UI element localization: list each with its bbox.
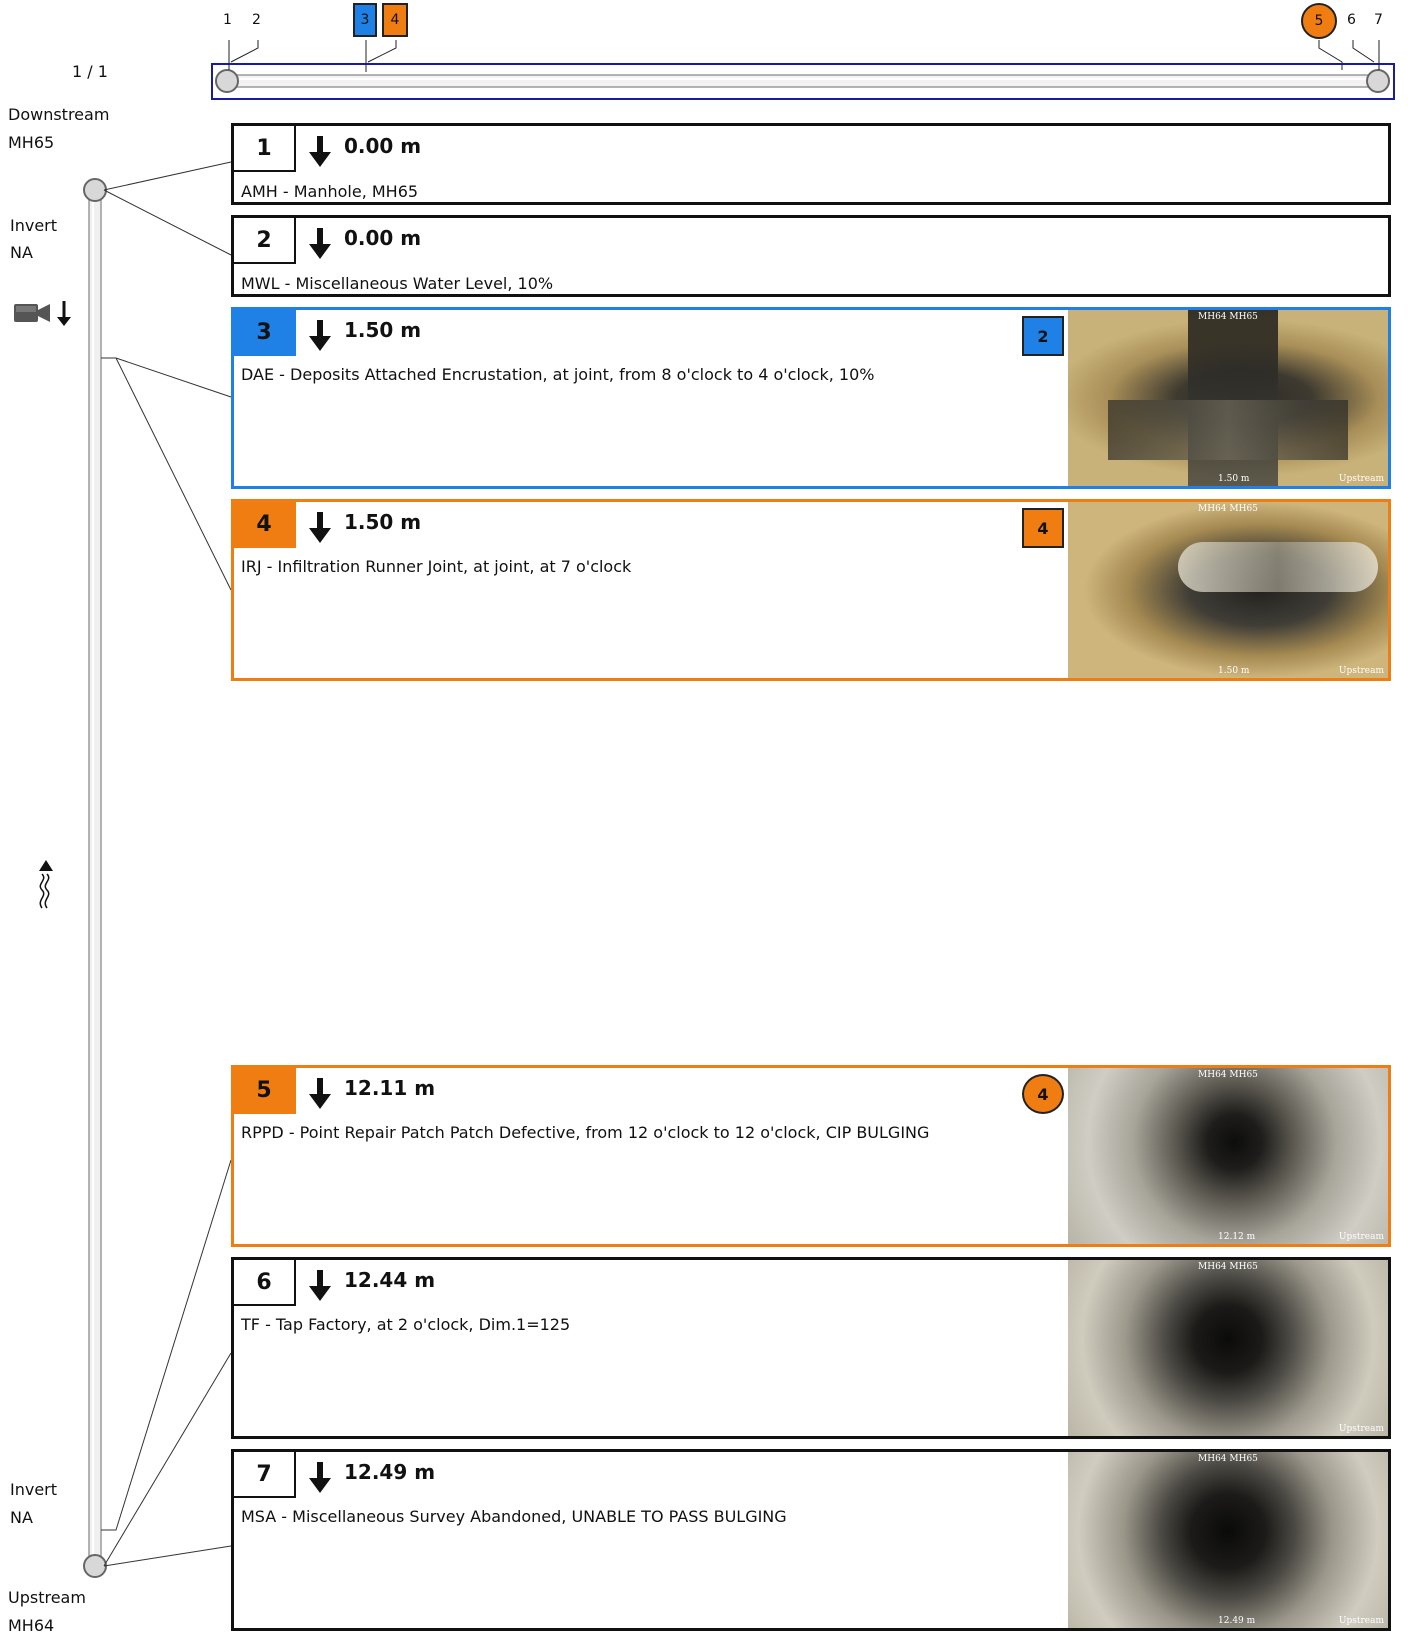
photo-header-text: MH64 MH65 [1198,1454,1258,1464]
photo-distance-text: 1.50 m [1218,666,1250,676]
observation-card-5[interactable]: 5 12.11 m RPPD - Point Repair Patch Patc… [231,1065,1391,1247]
observation-number: 7 [234,1452,296,1498]
down-arrow-icon [309,228,331,259]
defect-photo[interactable]: MH64 MH65 1.50 m Upstream [1068,310,1388,486]
defect-photo[interactable]: MH64 MH65 Upstream [1068,1260,1388,1436]
down-arrow-icon [309,320,331,351]
photo-distance-text: 12.49 m [1218,1616,1256,1626]
photo-direction-text: Upstream [1338,1424,1384,1434]
observation-card-6[interactable]: 6 12.44 m TF - Tap Factory, at 2 o'clock… [231,1257,1391,1439]
observation-number: 1 [234,126,296,172]
observation-card-7[interactable]: 7 12.49 m MSA - Miscellaneous Survey Aba… [231,1449,1391,1631]
observation-distance: 12.49 m [344,1460,436,1484]
photo-header-text: MH64 MH65 [1198,504,1258,514]
photo-header-text: MH64 MH65 [1198,1262,1258,1272]
observation-description: DAE - Deposits Attached Encrustation, at… [241,365,875,384]
defect-photo[interactable]: MH64 MH65 1.50 m Upstream [1068,502,1388,678]
down-arrow-icon [309,1270,331,1301]
defect-photo[interactable]: MH64 MH65 12.12 m Upstream [1068,1068,1388,1244]
down-arrow-icon [309,136,331,167]
observation-distance: 0.00 m [344,134,422,158]
overview-tick-3[interactable]: 3 [353,3,377,37]
observation-card-2[interactable]: 2 0.00 m MWL - Miscellaneous Water Level… [231,215,1391,297]
overview-tick-5[interactable]: 5 [1301,3,1337,39]
photo-direction-text: Upstream [1338,1232,1384,1242]
observation-distance: 0.00 m [344,226,422,250]
observation-number: 2 [234,218,296,264]
down-arrow-icon [309,1078,331,1109]
observation-description: RPPD - Point Repair Patch Patch Defectiv… [241,1123,930,1142]
observation-distance: 1.50 m [344,318,422,342]
observation-number: 6 [234,1260,296,1306]
photo-direction-text: Upstream [1338,666,1384,676]
observation-number: 5 [234,1068,296,1114]
observation-description: AMH - Manhole, MH65 [241,182,419,201]
overview-tick-6[interactable]: 6 [1347,12,1356,28]
vertical-pipe-graphic [83,161,232,1578]
observation-number: 3 [234,310,296,356]
observation-description: MSA - Miscellaneous Survey Abandoned, UN… [241,1507,787,1526]
grade-badge: 4 [1022,1074,1064,1114]
down-arrow-icon [309,1462,331,1493]
observation-card-4[interactable]: 4 1.50 m IRJ - Infiltration Runner Joint… [231,499,1391,681]
observation-distance: 12.11 m [344,1076,436,1100]
overview-tick-2[interactable]: 2 [252,12,261,28]
observation-distance: 1.50 m [344,510,422,534]
overview-tick-4[interactable]: 4 [382,3,408,37]
grade-badge: 4 [1022,508,1064,548]
observation-card-3[interactable]: 3 1.50 m DAE - Deposits Attached Encrust… [231,307,1391,489]
observation-number: 4 [234,502,296,548]
observation-description: MWL - Miscellaneous Water Level, 10% [241,274,554,293]
photo-direction-text: Upstream [1338,474,1384,484]
photo-distance-text: 1.50 m [1218,474,1250,484]
observation-card-1[interactable]: 1 0.00 m AMH - Manhole, MH65 [231,123,1391,205]
observation-description: TF - Tap Factory, at 2 o'clock, Dim.1=12… [241,1315,571,1334]
overview-tick-7[interactable]: 7 [1374,12,1383,28]
photo-distance-text: 12.12 m [1218,1232,1256,1242]
defect-photo[interactable]: MH64 MH65 12.49 m Upstream [1068,1452,1388,1628]
photo-header-text: MH64 MH65 [1198,1070,1258,1080]
photo-direction-text: Upstream [1338,1616,1384,1626]
observation-description: IRJ - Infiltration Runner Joint, at join… [241,557,632,576]
down-arrow-icon [309,512,331,543]
photo-header-text: MH64 MH65 [1198,312,1258,322]
observation-distance: 12.44 m [344,1268,436,1292]
grade-badge: 2 [1022,316,1064,356]
